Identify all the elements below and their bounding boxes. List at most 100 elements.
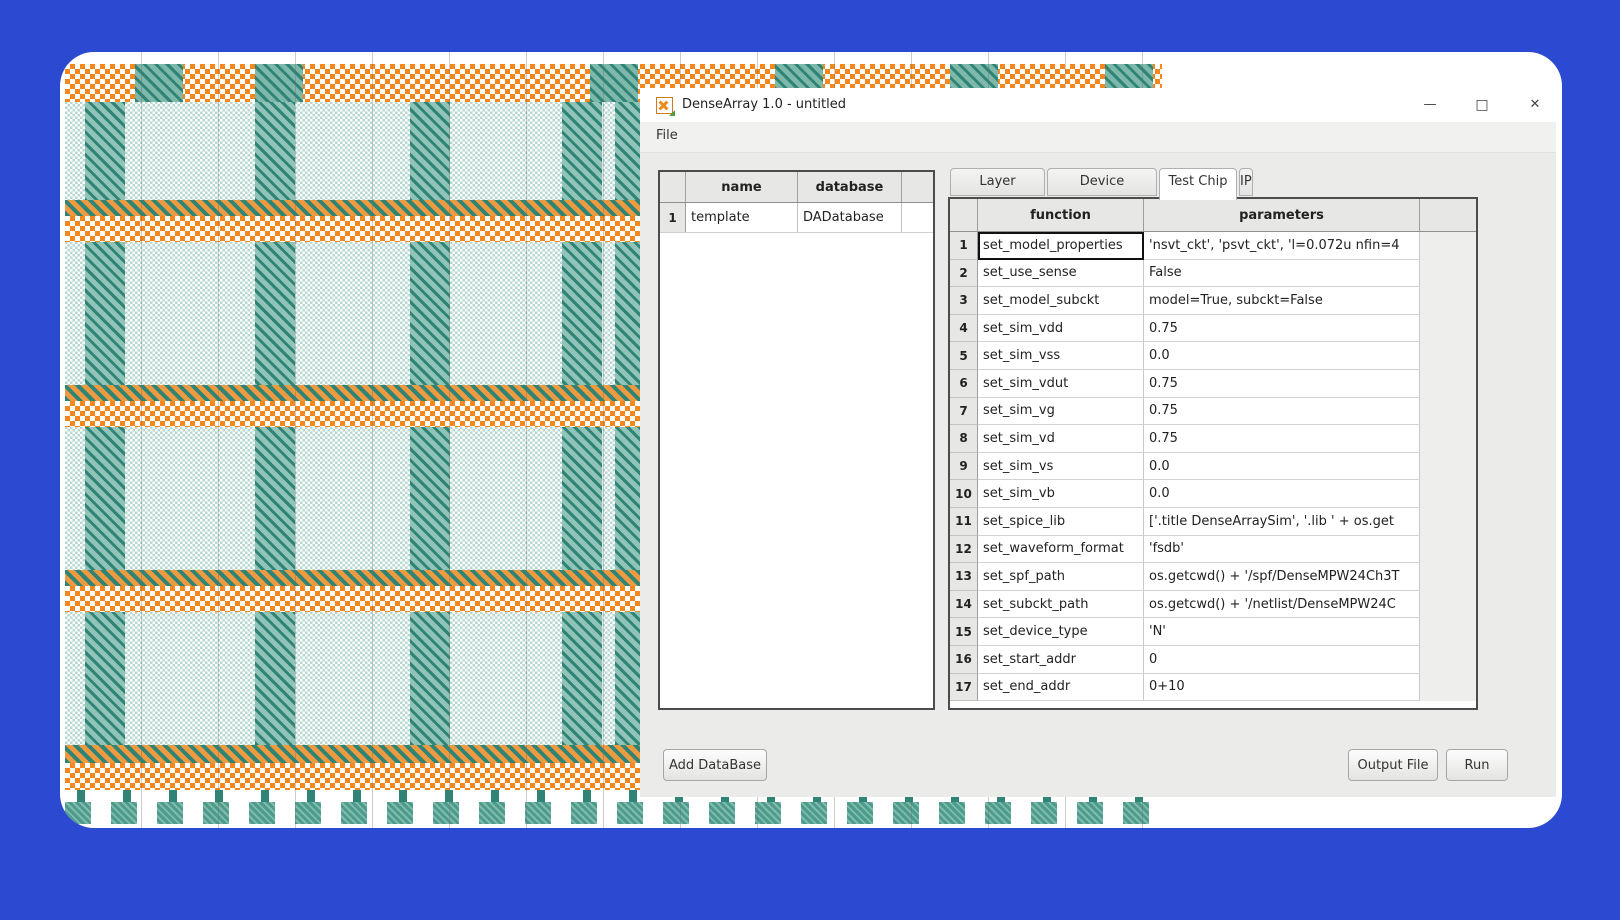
cell-function[interactable]: set_model_subckt xyxy=(978,287,1144,315)
cell-parameters[interactable]: 0.75 xyxy=(1144,425,1420,453)
function-table-row[interactable]: 2 set_use_sense False xyxy=(950,260,1476,288)
chip-pads xyxy=(65,802,1162,824)
cell-function[interactable]: set_sim_vdd xyxy=(978,315,1144,343)
chip-hatch-chunk xyxy=(135,64,183,102)
cell-function[interactable]: set_sim_vs xyxy=(978,453,1144,481)
cell-parameters[interactable]: 0.0 xyxy=(1144,480,1420,508)
cell-parameters[interactable]: 0.75 xyxy=(1144,398,1420,426)
output-file-button[interactable]: Output File xyxy=(1348,749,1438,781)
function-table-row[interactable]: 17 set_end_addr 0+10 xyxy=(950,674,1476,702)
cell-parameters[interactable]: 0.0 xyxy=(1144,453,1420,481)
cell-parameters[interactable]: 0.75 xyxy=(1144,370,1420,398)
function-table-row[interactable]: 11 set_spice_lib ['.title DenseArraySim'… xyxy=(950,508,1476,536)
row-empty-area xyxy=(1420,398,1476,426)
database-table: name database 1 template DADatabase xyxy=(658,170,935,710)
row-empty-area xyxy=(1420,508,1476,536)
cell-parameters[interactable]: os.getcwd() + '/netlist/DenseMPW24C xyxy=(1144,591,1420,619)
cell-parameters[interactable]: model=True, subckt=False xyxy=(1144,287,1420,315)
function-table-row[interactable]: 15 set_device_type 'N' xyxy=(950,618,1476,646)
cell-parameters[interactable]: 0 xyxy=(1144,646,1420,674)
cell-function[interactable]: set_start_addr xyxy=(978,646,1144,674)
row-empty-area xyxy=(1420,674,1476,702)
column-header-parameters: parameters xyxy=(1144,199,1420,231)
chip-hatch-column xyxy=(410,64,450,790)
cell-function[interactable]: set_spf_path xyxy=(978,563,1144,591)
cell-parameters[interactable]: 'N' xyxy=(1144,618,1420,646)
cell-parameters[interactable]: 0.75 xyxy=(1144,315,1420,343)
row-index: 9 xyxy=(950,453,978,481)
column-header-index xyxy=(660,172,686,202)
cell-function[interactable]: set_device_type xyxy=(978,618,1144,646)
cell-parameters[interactable]: 0+10 xyxy=(1144,674,1420,702)
cell-function[interactable]: set_sim_vss xyxy=(978,342,1144,370)
chip-hatch-column xyxy=(615,64,640,790)
tab[interactable]: Layer xyxy=(950,168,1045,196)
title-bar[interactable]: DenseArray 1.0 - untitled — □ ✕ xyxy=(640,88,1556,122)
tab[interactable]: IP xyxy=(1239,168,1253,196)
chip-hatch-column xyxy=(255,64,295,790)
row-index: 6 xyxy=(950,370,978,398)
row-index: 16 xyxy=(950,646,978,674)
tab[interactable]: Test Chip xyxy=(1159,168,1237,200)
cell-parameters[interactable]: os.getcwd() + '/spf/DenseMPW24Ch3T xyxy=(1144,563,1420,591)
column-header-name: name xyxy=(686,172,798,202)
cell-parameters[interactable]: 'nsvt_ckt', 'psvt_ckt', 'l=0.072u nfin=4 xyxy=(1144,232,1420,260)
function-table-row[interactable]: 13 set_spf_path os.getcwd() + '/spf/Dens… xyxy=(950,563,1476,591)
column-header-function: function xyxy=(978,199,1144,231)
database-table-row[interactable]: 1 template DADatabase xyxy=(660,203,933,233)
menu-bar: File xyxy=(640,122,1556,153)
cell-parameters[interactable]: ['.title DenseArraySim', '.lib ' + os.ge… xyxy=(1144,508,1420,536)
window-title: DenseArray 1.0 - untitled xyxy=(682,97,846,112)
function-table-row[interactable]: 12 set_waveform_format 'fsdb' xyxy=(950,536,1476,564)
row-index: 15 xyxy=(950,618,978,646)
row-empty-area xyxy=(1420,536,1476,564)
cell-parameters[interactable]: False xyxy=(1144,260,1420,288)
function-table: function parameters 1 set_model_properti… xyxy=(948,197,1478,710)
row-empty-area xyxy=(1420,646,1476,674)
row-empty-area xyxy=(1420,453,1476,481)
function-table-row[interactable]: 6 set_sim_vdut 0.75 xyxy=(950,370,1476,398)
function-table-row[interactable]: 7 set_sim_vg 0.75 xyxy=(950,398,1476,426)
function-table-row[interactable]: 3 set_model_subckt model=True, subckt=Fa… xyxy=(950,287,1476,315)
menu-file[interactable]: File xyxy=(656,128,678,143)
column-header-database: database xyxy=(798,172,902,202)
close-button[interactable]: ✕ xyxy=(1520,95,1550,115)
cell-function[interactable]: set_subckt_path xyxy=(978,591,1144,619)
function-table-row[interactable]: 5 set_sim_vss 0.0 xyxy=(950,342,1476,370)
function-table-row[interactable]: 14 set_subckt_path os.getcwd() + '/netli… xyxy=(950,591,1476,619)
cell-function[interactable]: set_sim_vg xyxy=(978,398,1144,426)
cell-function[interactable]: set_waveform_format xyxy=(978,536,1144,564)
function-table-row[interactable]: 16 set_start_addr 0 xyxy=(950,646,1476,674)
app-window: DenseArray 1.0 - untitled — □ ✕ File nam… xyxy=(640,88,1556,797)
row-empty-area xyxy=(1420,591,1476,619)
function-table-row[interactable]: 1 set_model_properties 'nsvt_ckt', 'psvt… xyxy=(950,232,1476,260)
tab[interactable]: Device xyxy=(1047,168,1157,196)
cell-function[interactable]: set_model_properties xyxy=(978,232,1144,260)
row-empty-area xyxy=(1420,232,1476,260)
cell-function[interactable]: set_spice_lib xyxy=(978,508,1144,536)
chip-hatch-column xyxy=(85,64,125,790)
add-database-button[interactable]: Add DataBase xyxy=(663,749,767,781)
cell-function[interactable]: set_end_addr xyxy=(978,674,1144,702)
cell-database[interactable]: DADatabase xyxy=(798,203,902,232)
row-empty-area xyxy=(1420,618,1476,646)
cell-function[interactable]: set_sim_vdut xyxy=(978,370,1144,398)
function-table-row[interactable]: 9 set_sim_vs 0.0 xyxy=(950,453,1476,481)
cell-function[interactable]: set_sim_vd xyxy=(978,425,1144,453)
maximize-button[interactable]: □ xyxy=(1467,95,1497,115)
run-button[interactable]: Run xyxy=(1446,749,1508,781)
row-index: 2 xyxy=(950,260,978,288)
row-empty-area xyxy=(1420,425,1476,453)
function-table-row[interactable]: 10 set_sim_vb 0.0 xyxy=(950,480,1476,508)
row-index: 12 xyxy=(950,536,978,564)
function-table-row[interactable]: 4 set_sim_vdd 0.75 xyxy=(950,315,1476,343)
cell-function[interactable]: set_use_sense xyxy=(978,260,1144,288)
cell-function[interactable]: set_sim_vb xyxy=(978,480,1144,508)
cell-parameters[interactable]: 'fsdb' xyxy=(1144,536,1420,564)
row-empty-area xyxy=(1420,563,1476,591)
cell-name[interactable]: template xyxy=(686,203,798,232)
chip-hatch-column xyxy=(562,64,602,790)
cell-parameters[interactable]: 0.0 xyxy=(1144,342,1420,370)
function-table-row[interactable]: 8 set_sim_vd 0.75 xyxy=(950,425,1476,453)
minimize-button[interactable]: — xyxy=(1415,95,1445,115)
